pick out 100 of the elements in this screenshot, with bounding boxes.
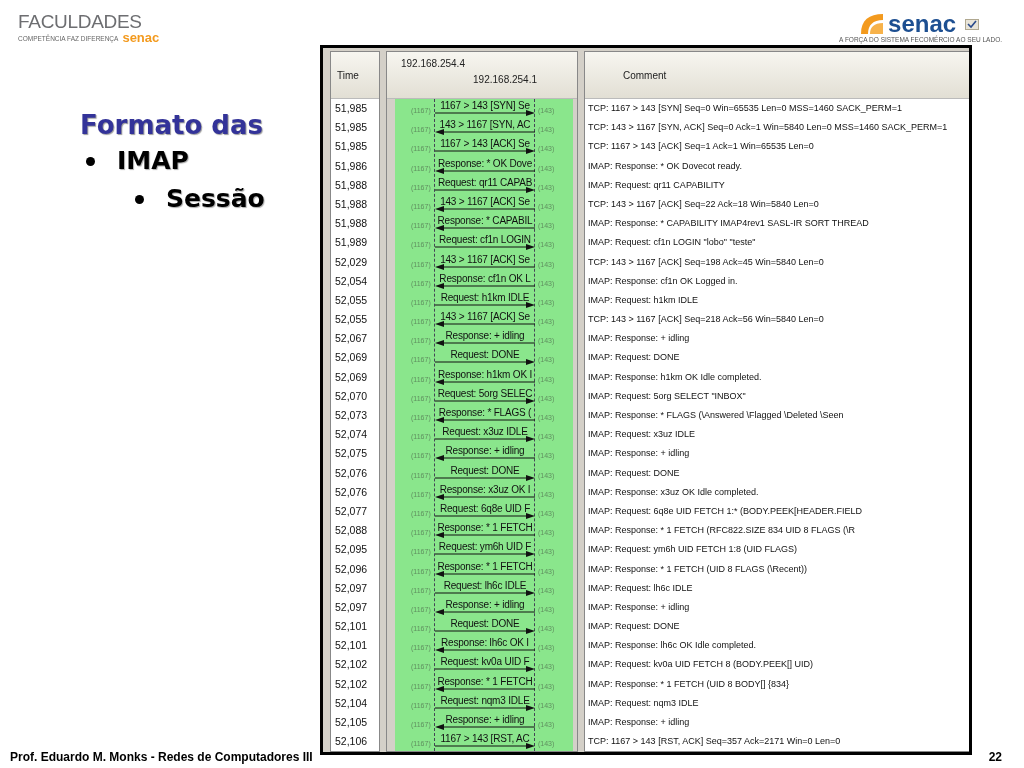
- flow-label[interactable]: 1167 > 143 [RST, AC: [433, 733, 537, 745]
- time-cell-text: 52,074: [334, 427, 369, 443]
- flow-label[interactable]: Request: ym6h UID F: [433, 541, 537, 553]
- time-cell-text: 52,097: [334, 580, 369, 596]
- flow-label[interactable]: Request: x3uz IDLE: [433, 426, 537, 438]
- comment-cell-text: IMAP: Response: + idling: [587, 716, 691, 729]
- bullet-icon: [135, 194, 144, 204]
- flow-label[interactable]: Response: h1km OK I: [433, 368, 537, 380]
- comment-cell-text: IMAP: Response: h1km OK Idle completed.: [587, 370, 763, 384]
- time-cell-text: 52,105: [334, 715, 369, 730]
- flow-label[interactable]: Response: * 1 FETCH: [433, 675, 537, 687]
- comment-cell-text: IMAP: Response: * 1 FETCH (UID 8 FLAGS (\Recent)): [587, 562, 809, 576]
- footer-text: Prof. Eduardo M. Monks - Redes de Computadores III: [10, 750, 313, 764]
- time-cell-text: 52,069: [334, 369, 369, 385]
- flow-label[interactable]: Response: + idling: [433, 598, 537, 610]
- flow-label[interactable]: 143 > 1167 [SYN, AC: [433, 119, 537, 131]
- comment-cell-text: TCP: 143 > 1167 [SYN, ACK] Seq=0 Ack=1 Win=5840 Len=0 MSS=1460 SACK_PERM=1: [587, 121, 949, 135]
- time-cell-text: 52,101: [334, 619, 369, 635]
- time-cell-text: 52,029: [334, 254, 369, 270]
- flow-label[interactable]: Request: h1km IDLE: [433, 291, 537, 303]
- comment-cell-text: IMAP: Request: DONE: [587, 466, 681, 480]
- flow-label[interactable]: Request: DONE: [433, 618, 537, 630]
- flow-label[interactable]: Request: 5org SELEC: [433, 387, 537, 399]
- flow-label[interactable]: Response: * 1 FETCH: [433, 522, 537, 534]
- comment-cell-text: TCP: 143 > 1167 [ACK] Seq=22 Ack=18 Win=5840 Len=0: [587, 197, 820, 211]
- comment-cell-text: IMAP: Request: DONE: [587, 620, 681, 634]
- flow-label[interactable]: Response: * OK Dove: [433, 157, 537, 169]
- column-header[interactable]: Comment: [585, 52, 969, 99]
- comment-cell-text: IMAP: Response: * 1 FETCH (RFC822.SIZE 834 UID 8 FLAGS (\R: [587, 524, 857, 538]
- flow-label[interactable]: Request: nqm3 IDLE: [433, 694, 537, 706]
- flow-label[interactable]: Response: * FLAGS (: [433, 407, 537, 418]
- time-cell-text: 52,106: [334, 734, 369, 750]
- flow-label[interactable]: Request: kv0a UID F: [433, 656, 537, 668]
- logo-brand: senac: [888, 12, 957, 36]
- flow-label[interactable]: Response: lh6c OK I: [433, 637, 537, 649]
- flow-label[interactable]: Request: qr11 CAPAB: [433, 176, 537, 188]
- flow-label[interactable]: 143 > 1167 [ACK] Se: [433, 195, 537, 207]
- comment-cell-text: TCP: 143 > 1167 [ACK] Seq=198 Ack=45 Win=5840 Len=0: [587, 255, 825, 269]
- logo-wordmark: FACULDADES: [18, 12, 143, 32]
- comment-cell-text: TCP: 143 > 1167 [ACK] Seq=218 Ack=56 Win=5840 Len=0: [587, 313, 825, 327]
- flow-label[interactable]: Response: + idling: [433, 330, 537, 342]
- time-cell-text: 51,986: [334, 158, 369, 174]
- time-cell-text: 51,988: [334, 196, 369, 212]
- time-cell-text: 51,989: [334, 235, 369, 251]
- flow-label[interactable]: 143 > 1167 [ACK] Se: [433, 253, 537, 265]
- flow-label[interactable]: Request: DONE: [433, 349, 537, 361]
- host-label: 192.168.254.4: [401, 58, 465, 69]
- flow-label[interactable]: Response: * 1 FETCH: [433, 560, 537, 572]
- comment-cell-text: IMAP: Request: ym6h UID FETCH 1:8 (UID FLAGS): [587, 543, 799, 557]
- comment-cell-text: IMAP: Request: lh6c IDLE: [587, 581, 694, 595]
- host-label: 192.168.254.1: [473, 74, 537, 85]
- time-cell-text: 52,097: [334, 599, 369, 615]
- time-cell-text: 52,067: [334, 331, 369, 347]
- time-cell-text: 52,104: [334, 695, 369, 711]
- comment-cell-text: IMAP: Request: 6q8e UID FETCH 1:* (BODY.PEEK[HEADER.FIELD: [587, 504, 863, 518]
- comment-cell-text: IMAP: Request: h1km IDLE: [587, 293, 700, 307]
- comment-cell-text: IMAP: Response: cf1n OK Logged in.: [587, 274, 739, 288]
- time-cell-text: 52,096: [334, 561, 369, 577]
- flow-label[interactable]: Request: DONE: [433, 464, 537, 476]
- bullet-text: IMAP: [117, 145, 189, 177]
- flow-label[interactable]: Response: x3uz OK I: [433, 483, 537, 495]
- comment-cell-text: IMAP: Response: lh6c OK Idle completed.: [587, 639, 758, 653]
- comment-cell-text: IMAP: Request: DONE: [587, 351, 681, 365]
- flow-label[interactable]: Response: cf1n OK L: [433, 272, 537, 284]
- bullet-text: Sessão: [166, 183, 265, 215]
- time-cell-text: 51,985: [334, 139, 369, 155]
- flow-label[interactable]: 1167 > 143 [ACK] Se: [433, 138, 537, 150]
- comment-cell-text: IMAP: Response: + idling: [587, 332, 691, 346]
- comment-cell-text: IMAP: Request: cf1n LOGIN "lobo" "teste": [587, 236, 757, 250]
- time-cell-text: 51,988: [334, 177, 369, 193]
- flow-label[interactable]: 1167 > 143 [SYN] Se: [433, 100, 537, 111]
- flow-label[interactable]: Request: cf1n LOGIN: [433, 234, 537, 246]
- column-header[interactable]: 192.168.254.4 192.168.254.1: [387, 52, 577, 99]
- time-cell-text: 51,985: [334, 101, 369, 116]
- comment-cell-text: TCP: 1167 > 143 [ACK] Seq=1 Ack=1 Win=65535 Len=0: [587, 140, 815, 154]
- flow-label[interactable]: Request: 6q8e UID F: [433, 502, 537, 514]
- flow-label[interactable]: Response: + idling: [433, 445, 537, 457]
- time-cell-text: 52,077: [334, 503, 369, 519]
- flow-label[interactable]: 143 > 1167 [ACK] Se: [433, 311, 537, 323]
- time-cell-text: 52,088: [334, 523, 369, 539]
- time-cell-text: 52,073: [334, 408, 369, 423]
- time-cell-text: 51,988: [334, 216, 369, 232]
- time-cell-text: 52,102: [334, 657, 369, 673]
- time-cell-text: 52,101: [334, 638, 369, 654]
- flow-label[interactable]: Request: lh6c IDLE: [433, 579, 537, 591]
- time-cell-text: 52,055: [334, 292, 369, 308]
- column-header[interactable]: Time: [331, 52, 379, 99]
- comment-cell-text: IMAP: Request: kv0a UID FETCH 8 (BODY.PEEK[] UID): [587, 658, 814, 672]
- comment-cell-text: TCP: 1167 > 143 [SYN] Seq=0 Win=65535 Len=0 MSS=1460 SACK_PERM=1: [587, 102, 904, 115]
- time-cell-text: 52,076: [334, 484, 369, 500]
- time-cell-text: 51,985: [334, 120, 369, 136]
- flow-label[interactable]: Response: + idling: [433, 714, 537, 725]
- time-cell-text: 52,095: [334, 542, 369, 558]
- comment-cell-text: IMAP: Response: * OK Dovecot ready.: [587, 159, 743, 173]
- comment-cell-text: IMAP: Request: x3uz IDLE: [587, 428, 697, 442]
- checkmark-icon: [965, 18, 980, 30]
- comment-cell-text: IMAP: Request: qr11 CAPABILITY: [587, 178, 726, 192]
- flow-label[interactable]: Response: * CAPABIL: [433, 215, 537, 227]
- comment-cell-text: IMAP: Response: x3uz OK Idle completed.: [587, 485, 760, 499]
- comment-cell-text: IMAP: Response: + idling: [587, 447, 691, 461]
